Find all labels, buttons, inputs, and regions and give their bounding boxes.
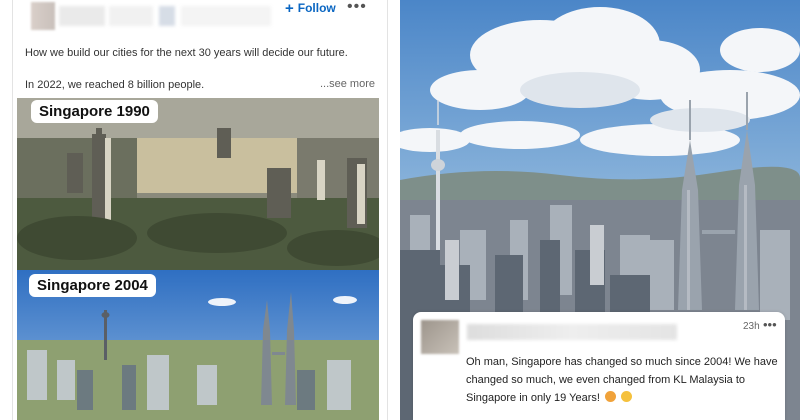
laughing-emoji-icon xyxy=(621,391,633,402)
photo-2004-label: Singapore 2004 xyxy=(29,274,156,297)
author-avatar-blurred[interactable] xyxy=(31,2,55,30)
hot-face-emoji-icon xyxy=(605,391,616,402)
author-headline-blurred xyxy=(181,6,271,26)
photo-1990[interactable]: Singapore 1990 xyxy=(17,98,379,270)
comment-timestamp: 23h xyxy=(743,321,760,332)
photo-1990-label: Singapore 1990 xyxy=(31,100,158,123)
post-more-icon[interactable]: ••• xyxy=(347,0,367,16)
comment-more-icon[interactable]: ••• xyxy=(763,317,777,332)
comment-text: Oh man, Singapore has changed so much si… xyxy=(466,353,778,407)
author-info-blurred xyxy=(109,6,153,26)
follow-button[interactable]: + Follow xyxy=(285,0,336,16)
post-header: + Follow ••• xyxy=(13,0,387,34)
post-text-line1: How we build our cities for the next 30 … xyxy=(25,47,348,59)
comment-card: 23h ••• Oh man, Singapore has changed so… xyxy=(413,312,785,420)
feed-post: + Follow ••• How we build our cities for… xyxy=(12,0,388,420)
plus-icon: + xyxy=(285,0,294,17)
commenter-name-blurred[interactable] xyxy=(467,324,677,340)
see-more-link[interactable]: ...see more xyxy=(320,78,375,90)
follow-label: Follow xyxy=(297,1,336,15)
author-badge-blurred xyxy=(159,6,175,26)
author-name-blurred xyxy=(59,6,105,26)
photo-2004[interactable]: Singapore 2004 xyxy=(17,270,379,420)
city-1990-image xyxy=(17,98,379,270)
commenter-avatar-blurred[interactable] xyxy=(421,320,459,354)
